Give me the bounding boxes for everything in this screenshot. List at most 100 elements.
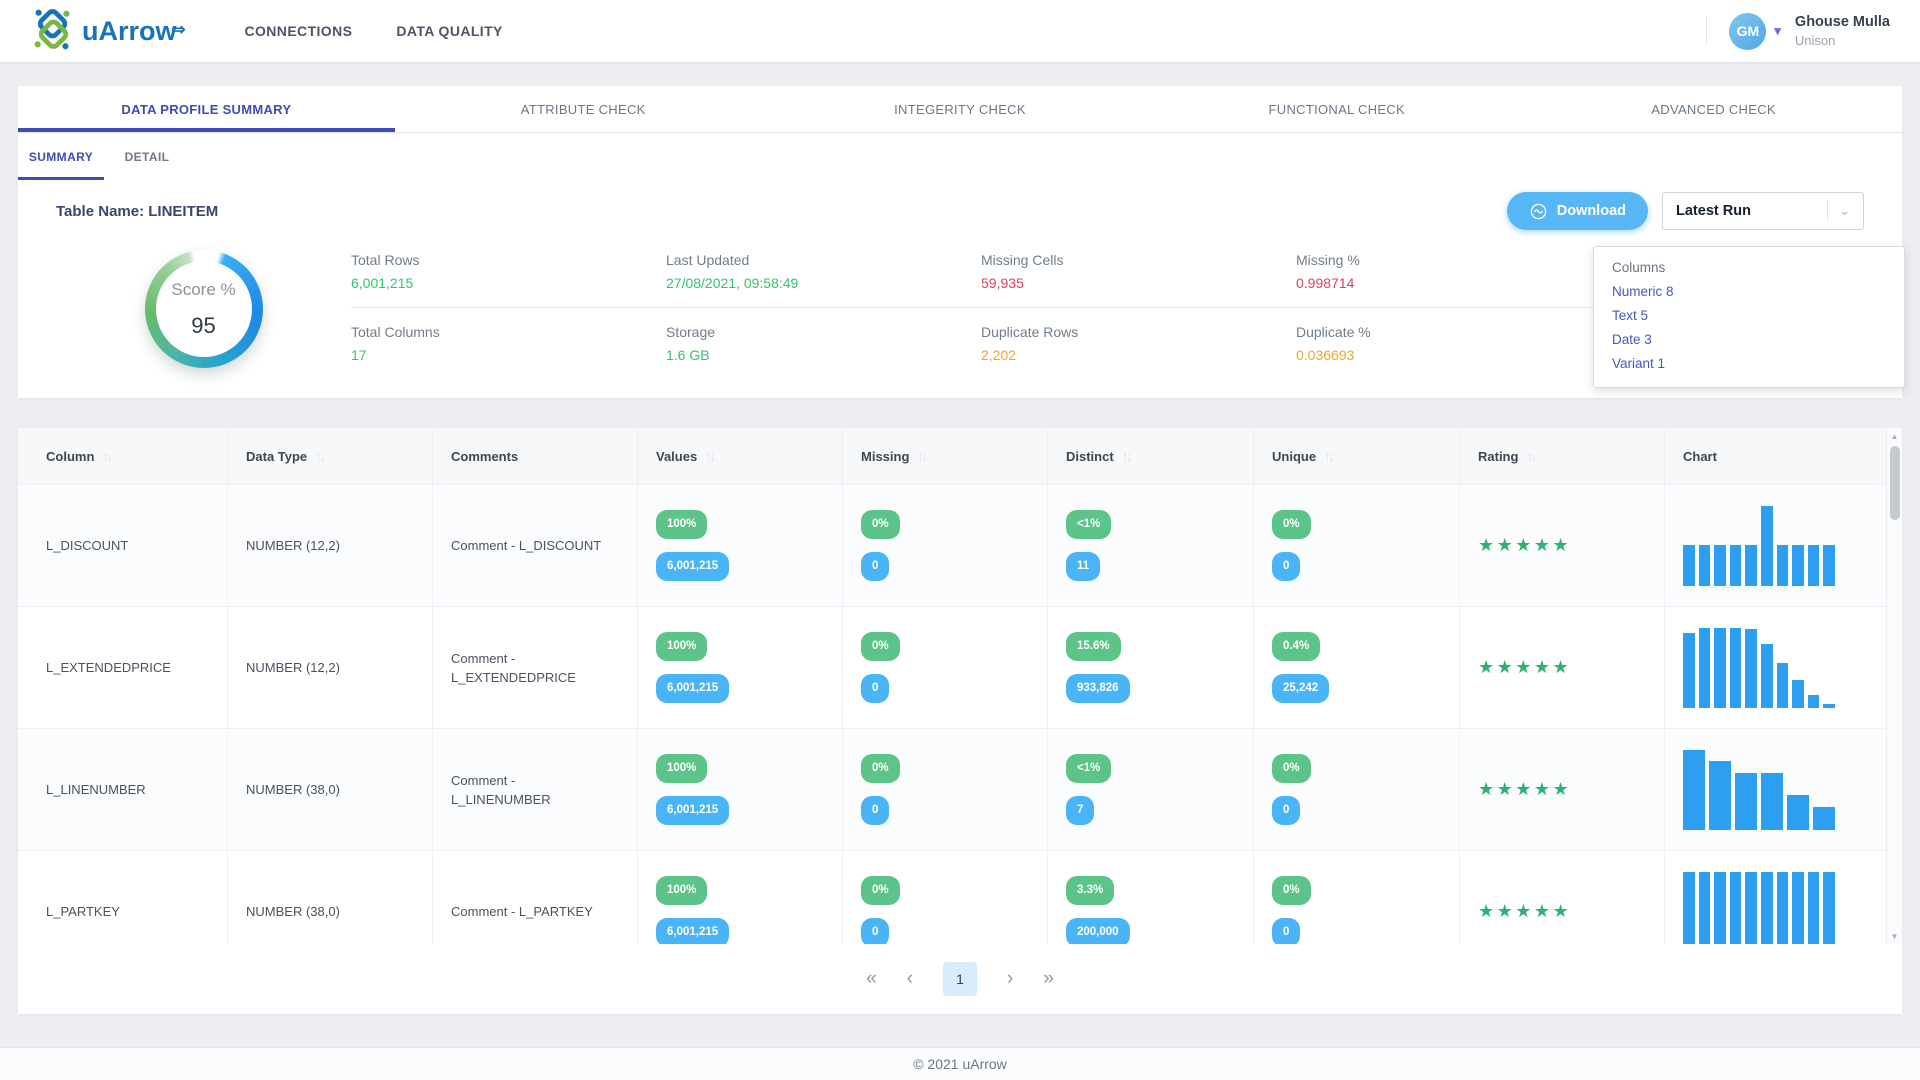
distinct-count-badge: 11 — [1066, 552, 1100, 581]
columns-dropdown-panel: Columns Numeric 8 Text 5 Date 3 Variant … — [1593, 246, 1905, 388]
vertical-scrollbar[interactable]: ▲ ▼ — [1886, 428, 1902, 944]
distinct-count-badge: 933,826 — [1066, 674, 1130, 703]
rating-stars: ★★★★★ — [1478, 536, 1571, 555]
popup-item-variant[interactable]: Variant 1 — [1612, 356, 1886, 371]
next-page-button[interactable]: › — [1007, 968, 1013, 990]
header-values: Values↑↓ — [638, 428, 843, 484]
stat-missing-cells: Missing Cells 59,935 — [981, 252, 1296, 291]
scroll-down-icon[interactable]: ▼ — [1891, 928, 1899, 944]
uarrow-logo-icon — [30, 6, 76, 57]
tab-attribute-check[interactable]: ATTRIBUTE CHECK — [395, 86, 772, 132]
missing-count-badge: 0 — [861, 674, 889, 703]
scroll-up-icon[interactable]: ▲ — [1891, 428, 1899, 444]
brand-name: uArrow — [82, 16, 177, 47]
cell-distinct: <1% 11 — [1048, 485, 1254, 606]
values-count-badge: 6,001,215 — [656, 796, 729, 825]
primary-nav: CONNECTIONS DATA QUALITY — [245, 23, 503, 39]
nav-link-data-quality[interactable]: DATA QUALITY — [396, 23, 502, 39]
histogram-chart — [1683, 750, 1835, 830]
scrollbar-thumb[interactable] — [1890, 446, 1900, 520]
nav-link-connections[interactable]: CONNECTIONS — [245, 23, 353, 39]
profile-stats: Score % 95 Total Rows 6,001,215 Last Upd… — [18, 242, 1902, 398]
score-gauge-label: Score % — [171, 280, 235, 300]
cell-rating: ★★★★★ — [1460, 729, 1665, 850]
last-page-button[interactable]: » — [1043, 968, 1054, 990]
cell-column: L_EXTENDEDPRICE — [18, 607, 228, 728]
cell-distinct: 3.3% 200,000 — [1048, 851, 1254, 944]
brand-logo[interactable]: uArrow ⇒ — [30, 6, 183, 57]
user-info: Ghouse Mulla Unison — [1795, 14, 1890, 48]
rating-stars: ★★★★★ — [1478, 902, 1571, 921]
missing-pct-badge: 0% — [861, 632, 900, 661]
values-count-badge: 6,001,215 — [656, 552, 729, 581]
prev-page-button[interactable]: ‹ — [907, 968, 913, 990]
values-pct-badge: 100% — [656, 510, 707, 539]
missing-count-badge: 0 — [861, 918, 889, 944]
cell-rating: ★★★★★ — [1460, 485, 1665, 606]
cell-values: 100% 6,001,215 — [638, 851, 843, 944]
tab-data-profile-summary[interactable]: DATA PROFILE SUMMARY — [18, 86, 395, 132]
pagination: « ‹ 1 › » — [18, 944, 1902, 1014]
cell-data-type: NUMBER (12,2) — [228, 485, 433, 606]
table-row: L_PARTKEY NUMBER (38,0) Comment - L_PART… — [18, 850, 1886, 944]
distinct-pct-badge: 3.3% — [1066, 876, 1114, 905]
popup-item-text[interactable]: Text 5 — [1612, 308, 1886, 323]
missing-pct-badge: 0% — [861, 754, 900, 783]
run-select[interactable]: Latest Run ⌄ — [1662, 192, 1864, 230]
cell-unique: 0.4% 25,242 — [1254, 607, 1460, 728]
histogram-chart — [1683, 628, 1835, 708]
sort-icon[interactable]: ↑↓ — [1324, 448, 1332, 464]
columns-popup-title: Columns — [1612, 260, 1886, 275]
unique-count-badge: 25,242 — [1272, 674, 1329, 703]
sort-icon[interactable]: ↑↓ — [315, 448, 323, 464]
cell-data-type: NUMBER (12,2) — [228, 607, 433, 728]
cell-distinct: <1% 7 — [1048, 729, 1254, 850]
tab-functional-check[interactable]: FUNCTIONAL CHECK — [1148, 86, 1525, 132]
user-menu-chevron-icon[interactable]: ▾ — [1774, 23, 1781, 39]
rating-stars: ★★★★★ — [1478, 780, 1571, 799]
cell-rating: ★★★★★ — [1460, 607, 1665, 728]
unique-pct-badge: 0% — [1272, 876, 1311, 905]
tab-advanced-check[interactable]: ADVANCED CHECK — [1525, 86, 1902, 132]
run-select-divider — [1827, 201, 1828, 221]
summary-subtabs: SUMMARY DETAIL — [18, 133, 1902, 180]
cell-chart — [1665, 607, 1886, 728]
profile-table-card: Column↑↓ Data Type↑↓ Comments Values↑↓ M… — [18, 428, 1902, 1014]
table-toolbar: Table Name: LINEITEM Download Latest Run… — [18, 180, 1902, 242]
current-page-button[interactable]: 1 — [943, 962, 977, 996]
tab-integerity-check[interactable]: INTEGERITY CHECK — [772, 86, 1149, 132]
sort-icon[interactable]: ↑↓ — [917, 448, 925, 464]
user-avatar[interactable]: GM — [1729, 13, 1766, 50]
subtab-summary[interactable]: SUMMARY — [18, 133, 104, 180]
values-pct-badge: 100% — [656, 632, 707, 661]
download-button-label: Download — [1557, 203, 1626, 219]
sort-icon[interactable]: ↑↓ — [705, 448, 713, 464]
stat-storage: Storage 1.6 GB — [666, 324, 981, 363]
chevron-down-icon: ⌄ — [1839, 203, 1850, 219]
unique-count-badge: 0 — [1272, 918, 1300, 944]
cell-missing: 0% 0 — [843, 485, 1048, 606]
top-navbar: uArrow ⇒ CONNECTIONS DATA QUALITY GM ▾ G… — [0, 0, 1920, 62]
stat-missing-pct: Missing % 0.998714 — [1296, 252, 1611, 291]
sort-icon[interactable]: ↑↓ — [1526, 448, 1534, 464]
subtab-detail[interactable]: DETAIL — [104, 133, 190, 180]
header-distinct: Distinct↑↓ — [1048, 428, 1254, 484]
rating-stars: ★★★★★ — [1478, 658, 1571, 677]
cell-comments: Comment - L_EXTENDEDPRICE — [433, 607, 638, 728]
summary-card: DATA PROFILE SUMMARY ATTRIBUTE CHECK INT… — [18, 86, 1902, 398]
sort-icon[interactable]: ↑↓ — [1122, 448, 1130, 464]
distinct-count-badge: 200,000 — [1066, 918, 1130, 944]
header-data-type: Data Type↑↓ — [228, 428, 433, 484]
popup-item-date[interactable]: Date 3 — [1612, 332, 1886, 347]
header-rating: Rating↑↓ — [1460, 428, 1665, 484]
popup-item-numeric[interactable]: Numeric 8 — [1612, 284, 1886, 299]
table-name-title: Table Name: LINEITEM — [56, 203, 218, 220]
cell-unique: 0% 0 — [1254, 851, 1460, 944]
cell-column: L_LINENUMBER — [18, 729, 228, 850]
sort-icon[interactable]: ↑↓ — [102, 448, 110, 464]
download-button[interactable]: Download — [1507, 192, 1648, 230]
missing-count-badge: 0 — [861, 552, 889, 581]
values-count-badge: 6,001,215 — [656, 674, 729, 703]
table-row: L_LINENUMBER NUMBER (38,0) Comment - L_L… — [18, 728, 1886, 850]
first-page-button[interactable]: « — [866, 968, 877, 990]
